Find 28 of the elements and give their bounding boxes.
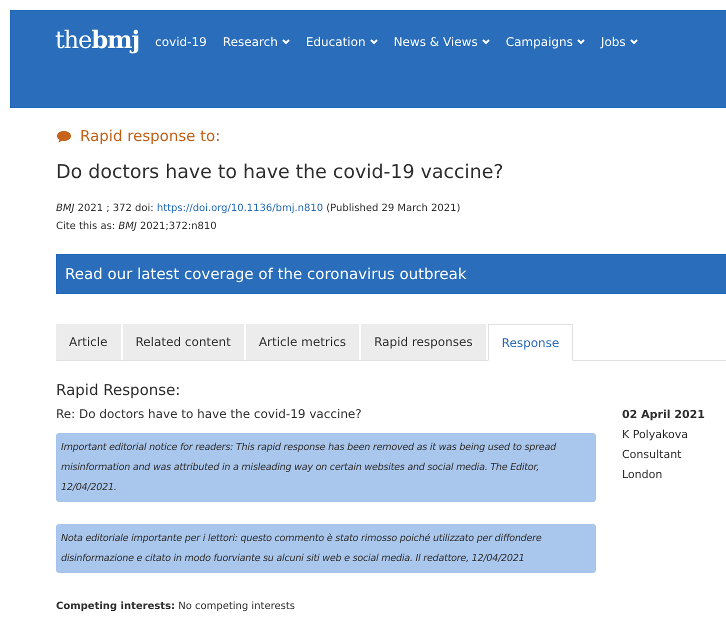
author-location: London bbox=[622, 467, 664, 483]
tab[interactable]: Related content bbox=[122, 324, 246, 360]
tab[interactable]: Article bbox=[56, 324, 122, 360]
author-name: K Polyakova bbox=[622, 427, 689, 443]
response-title: Re: Do doctors have to have the covid-19 vaccine? bbox=[56, 407, 363, 421]
coverage-banner[interactable]: Read our latest coverage of the coronavirus outbreak bbox=[56, 254, 726, 294]
nav-link[interactable]: Research bbox=[222, 35, 290, 49]
nav-link[interactable]: Education bbox=[306, 35, 378, 49]
section-heading: Rapid Response: bbox=[56, 381, 182, 399]
tab[interactable]: Article metrics bbox=[246, 324, 362, 360]
competing-interests: Competing interests: No competing interests bbox=[56, 601, 296, 612]
doi-link[interactable]: https://doi.org/10.1136/bmj.n810 bbox=[156, 203, 324, 214]
editorial-notice: Nota editoriale importante per i lettori: questo commento è stato rimosso poiché utilizzato per diffondere disinformazione e citato in modo fuorviante su alcuni siti web e social media. Il redattore, 12/04/2021 bbox=[56, 524, 596, 573]
kicker-label: Rapid response to: bbox=[80, 127, 220, 145]
editorial-notice: Important editorial notice for readers: This rapid response has been removed as it was being used to spread misinformation and was attributed in a misleading way on certain websites and social media. The Editor, 12/04/2021. bbox=[56, 433, 596, 502]
nav-link[interactable]: News & Views bbox=[394, 35, 490, 49]
tab[interactable]: Response bbox=[488, 324, 574, 361]
nav-link[interactable]: Jobs bbox=[600, 35, 638, 49]
nav-link[interactable]: covid-19 bbox=[155, 35, 207, 49]
author-role: Consultant bbox=[622, 447, 682, 463]
cite-as-line: Cite this as: BMJ 2021;372:n810 bbox=[56, 220, 218, 234]
response-date: 02 April 2021 bbox=[622, 407, 705, 423]
site-logo[interactable]: thebmj bbox=[55, 25, 140, 54]
citation-line: BMJ 2021 ; 372 doi: https://doi.org/10.1136/bmj.n810 (Published 29 March 2021) bbox=[56, 202, 462, 216]
speech-bubble-icon bbox=[56, 130, 72, 142]
tab[interactable]: Rapid responses bbox=[361, 324, 488, 360]
article-title: Do doctors have to have the covid-19 vaccine? bbox=[56, 161, 505, 183]
nav-link[interactable]: Campaigns bbox=[506, 35, 585, 49]
